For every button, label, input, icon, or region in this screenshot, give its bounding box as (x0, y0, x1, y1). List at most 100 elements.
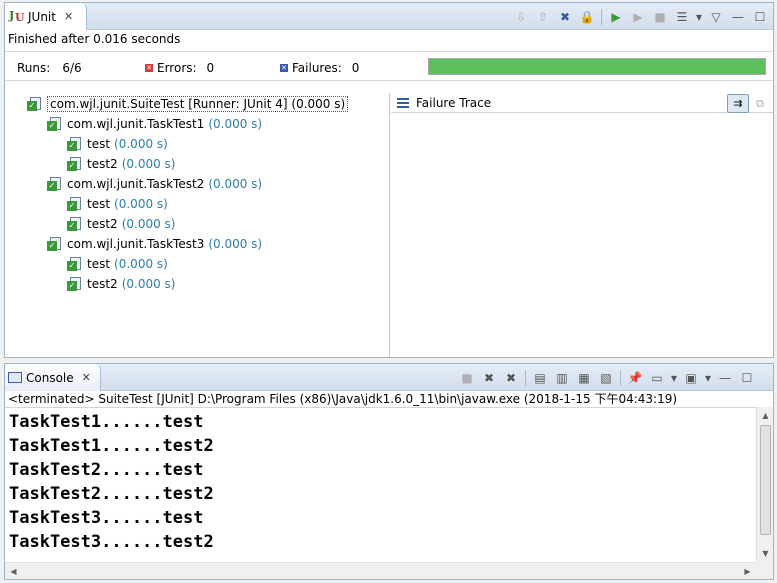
tree-node-label: test (87, 197, 111, 211)
close-icon[interactable]: ✕ (82, 371, 91, 384)
maximize-icon[interactable]: ☐ (736, 368, 758, 388)
compare-result-icon[interactable]: ⧉ (749, 94, 771, 113)
tree-test-method[interactable]: ✓ test2 (0.000 s) (67, 214, 175, 234)
tree-node-text: com.wjl.junit.TaskTest2 (0.000 s) (67, 177, 262, 191)
tree-test-class[interactable]: ✓ com.wjl.junit.TaskTest2 (0.000 s) (47, 174, 262, 194)
show-failures-only-icon[interactable]: ✖ (554, 7, 576, 27)
runs-counter: Runs: 6/6 (17, 61, 82, 75)
pin-console-icon[interactable]: 📌 (624, 368, 646, 388)
console-line: TaskTest3......test (9, 508, 204, 528)
tree-suite[interactable]: ✓ com.wjl.junit.SuiteTest [Runner: JUnit … (27, 94, 349, 114)
tree-node-label: com.wjl.junit.TaskTest3 (67, 237, 205, 251)
tree-node-text: com.wjl.junit.SuiteTest [Runner: JUnit 4… (47, 96, 349, 112)
display-console-dropdown-icon[interactable]: ▾ (668, 368, 680, 388)
junit-tabbar: JU JUnit ✕ ⇩ ⇧ ✖ 🔒 ▶ ▶ ■ ☰ ▾ ▽ — ☐ (5, 3, 773, 30)
test-passed-icon: ✓ (67, 136, 83, 152)
errors-counter: ✕ Errors: 0 (145, 61, 214, 75)
tree-node-label: com.wjl.junit.SuiteTest [Runner: JUnit 4… (50, 97, 346, 111)
tab-junit-label: JUnit (28, 9, 56, 24)
tree-node-label: com.wjl.junit.TaskTest1 (67, 117, 205, 131)
scroll-left-icon[interactable]: ◀ (5, 563, 22, 580)
tree-test-method[interactable]: ✓ test (0.000 s) (67, 254, 168, 274)
minimize-icon[interactable]: — (727, 7, 749, 27)
scroll-right-icon[interactable]: ▶ (739, 563, 756, 580)
failures-counter: ✕ Failures: 0 (280, 61, 359, 75)
toolbar-separator (525, 370, 526, 386)
tree-test-method[interactable]: ✓ test2 (0.000 s) (67, 154, 175, 174)
remove-launch-icon[interactable]: ✖ (478, 368, 500, 388)
previous-failure-icon[interactable]: ⇧ (532, 7, 554, 27)
open-console-icon[interactable]: ▣ (680, 368, 702, 388)
progress-bar (428, 58, 766, 75)
failure-icon: ✕ (280, 64, 288, 72)
next-failure-icon[interactable]: ⇩ (510, 7, 532, 27)
tree-node-text: test2 (0.000 s) (87, 277, 175, 291)
scrollbar-corner (756, 562, 773, 579)
toolbar-separator (620, 370, 621, 386)
counter-panel: Runs: 6/6 ✕ Errors: 0 ✕ Failures: 0 (5, 51, 773, 81)
tab-junit[interactable]: JU JUnit ✕ (5, 3, 87, 30)
test-run-history-icon[interactable]: ☰ (671, 7, 693, 27)
errors-label: Errors: (157, 61, 197, 75)
tree-test-class[interactable]: ✓ com.wjl.junit.TaskTest3 (0.000 s) (47, 234, 262, 254)
view-menu-icon[interactable]: ▽ (705, 7, 727, 27)
scrollbar-thumb[interactable] (760, 425, 771, 535)
horizontal-scrollbar[interactable]: ◀ ▶ (5, 562, 756, 579)
tree-node-time: (0.000 s) (121, 157, 176, 171)
console-tabbar: Console ✕ ■ ✖ ✖ ▤ ▥ ▦ ▧ 📌 ▭ ▾ ▣ ▾ — ☐ (5, 364, 773, 391)
stack-trace-icon (397, 97, 409, 108)
tree-node-label: test (87, 257, 111, 271)
maximize-icon[interactable]: ☐ (749, 7, 771, 27)
tree-node-label: test2 (87, 217, 118, 231)
console-output[interactable]: TaskTest1......test TaskTest1......test2 T… (5, 407, 756, 562)
errors-value: 0 (206, 61, 215, 75)
runs-label: Runs: (17, 61, 51, 75)
tree-test-class[interactable]: ✓ com.wjl.junit.TaskTest1 (0.000 s) (47, 114, 262, 134)
console-icon (8, 372, 22, 383)
terminate-icon[interactable]: ■ (456, 368, 478, 388)
minimize-icon[interactable]: — (714, 368, 736, 388)
scroll-down-icon[interactable]: ▼ (757, 545, 774, 562)
test-passed-icon: ✓ (67, 276, 83, 292)
open-console-dropdown-icon[interactable]: ▾ (702, 368, 714, 388)
show-console-when-output-changes-icon[interactable]: ▧ (595, 368, 617, 388)
display-selected-console-icon[interactable]: ▭ (646, 368, 668, 388)
console-line: TaskTest2......test (9, 460, 204, 480)
failure-trace-title: Failure Trace (416, 95, 492, 110)
suite-passed-icon: ✓ (27, 96, 43, 112)
rerun-icon[interactable]: ▶ (605, 7, 627, 27)
close-icon[interactable]: ✕ (64, 10, 73, 23)
launch-description: <terminated> SuiteTest [JUnit] D:\Progra… (8, 392, 678, 406)
failures-value: 0 (351, 61, 360, 75)
tree-node-text: com.wjl.junit.TaskTest3 (0.000 s) (67, 237, 262, 251)
stop-icon[interactable]: ■ (649, 7, 671, 27)
filter-stack-trace-icon[interactable]: ⇉ (727, 94, 749, 113)
test-tree: ✓ com.wjl.junit.SuiteTest [Runner: JUnit … (5, 93, 390, 357)
tree-node-time: (0.000 s) (114, 137, 168, 151)
tree-node-text: com.wjl.junit.TaskTest1 (0.000 s) (67, 117, 262, 131)
failure-trace-header: Failure Trace (391, 93, 773, 113)
console-toolbar: ■ ✖ ✖ ▤ ▥ ▦ ▧ 📌 ▭ ▾ ▣ ▾ — ☐ (456, 368, 758, 388)
tree-test-method[interactable]: ✓ test (0.000 s) (67, 134, 168, 154)
tab-console[interactable]: Console ✕ (5, 364, 101, 391)
suite-passed-icon: ✓ (47, 116, 63, 132)
error-icon: ✕ (145, 64, 153, 72)
scroll-lock-icon[interactable]: ▥ (551, 368, 573, 388)
scroll-lock-icon[interactable]: 🔒 (576, 7, 598, 27)
test-passed-icon: ✓ (67, 196, 83, 212)
scroll-up-icon[interactable]: ▲ (757, 407, 774, 424)
remove-all-launches-icon[interactable]: ✖ (500, 368, 522, 388)
tree-node-text: test2 (0.000 s) (87, 157, 175, 171)
toolbar-separator (601, 9, 602, 25)
failures-label: Failures: (292, 61, 342, 75)
word-wrap-icon[interactable]: ▦ (573, 368, 595, 388)
tree-test-method[interactable]: ✓ test2 (0.000 s) (67, 274, 175, 294)
console-line: TaskTest3......test2 (9, 532, 214, 552)
tree-test-method[interactable]: ✓ test (0.000 s) (67, 194, 168, 214)
vertical-scrollbar[interactable]: ▲ ▼ (756, 407, 773, 562)
history-dropdown-icon[interactable]: ▾ (693, 7, 705, 27)
tree-node-time: (0.000 s) (121, 217, 176, 231)
console-view: Console ✕ ■ ✖ ✖ ▤ ▥ ▦ ▧ 📌 ▭ ▾ ▣ ▾ — ☐ <t… (4, 363, 774, 580)
rerun-failed-first-icon[interactable]: ▶ (627, 7, 649, 27)
clear-console-icon[interactable]: ▤ (529, 368, 551, 388)
